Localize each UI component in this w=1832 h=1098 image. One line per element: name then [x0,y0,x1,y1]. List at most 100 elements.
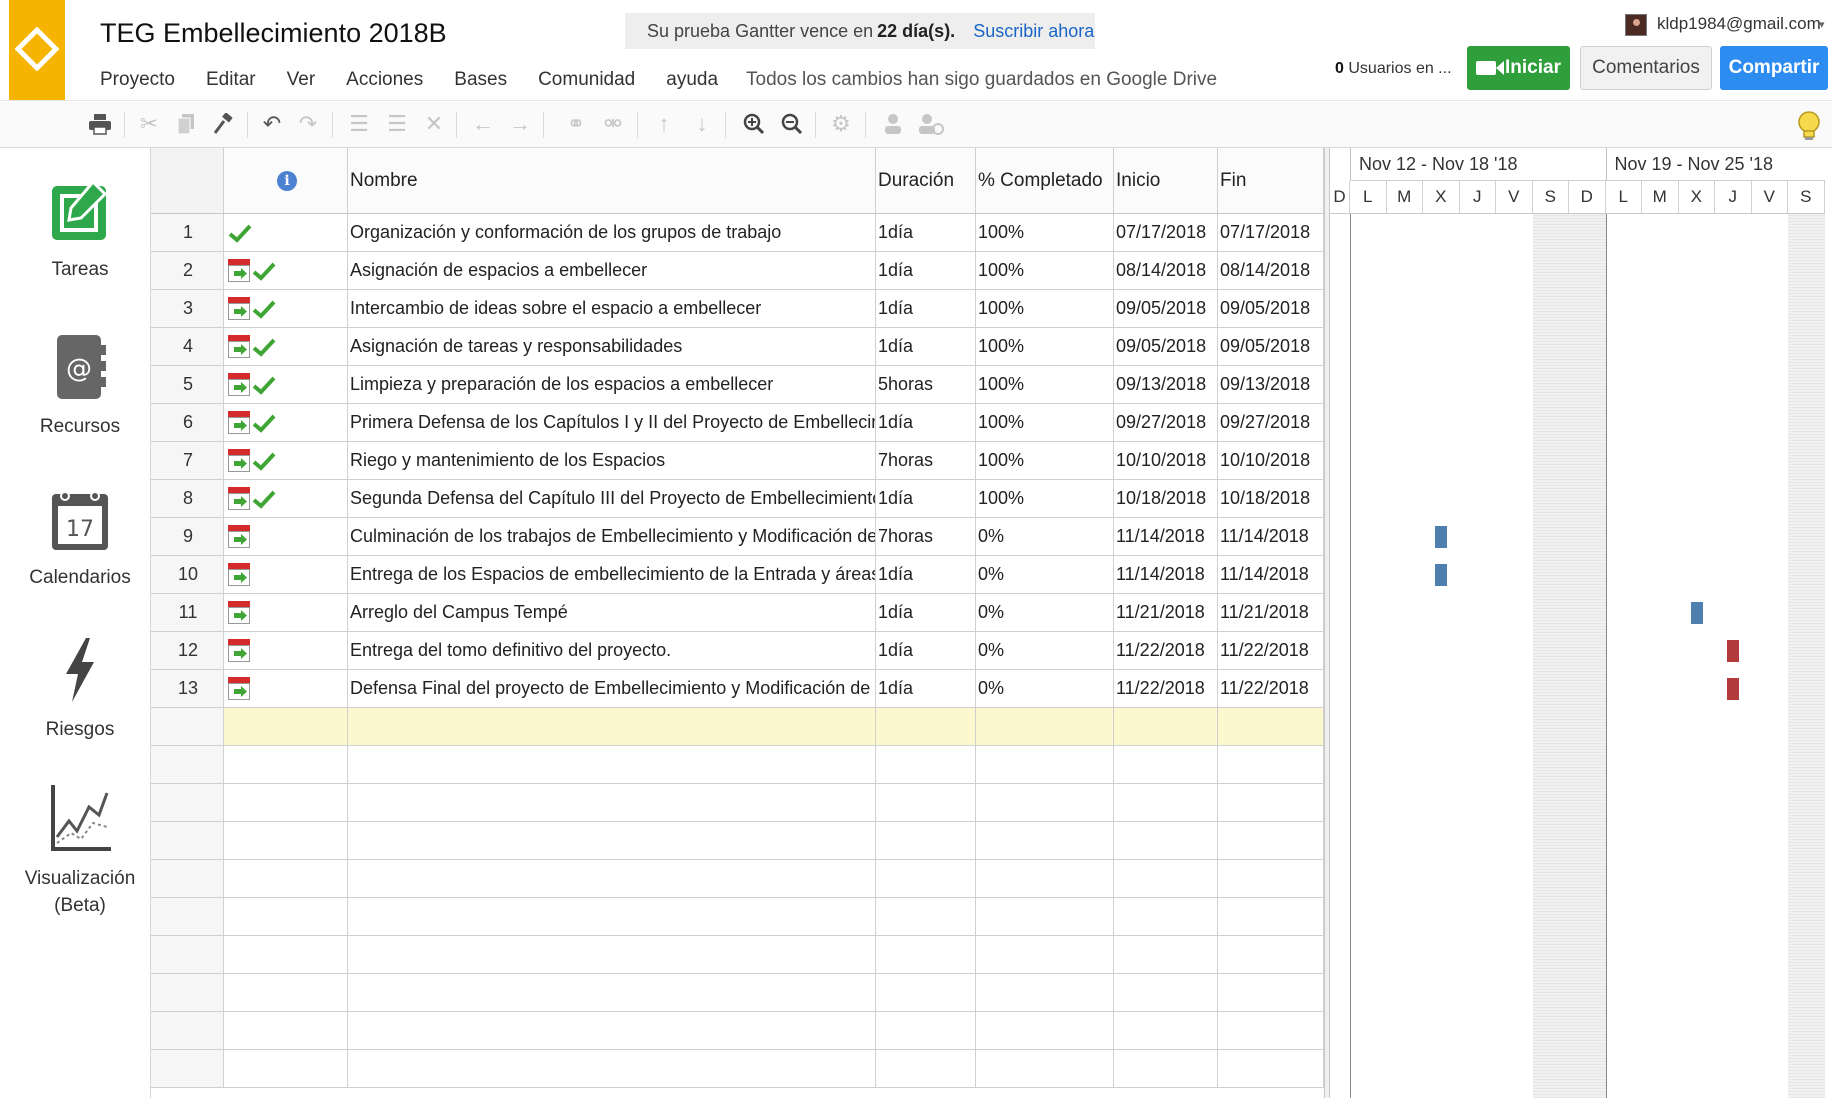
column-header-percent[interactable]: % Completado [976,148,1114,213]
task-end-cell[interactable]: 11/22/2018 [1218,670,1324,707]
task-duration-cell[interactable]: 1día [876,328,976,365]
empty-cell[interactable] [976,898,1114,935]
empty-cell[interactable] [1218,1012,1324,1049]
link-icon[interactable]: ⚭ [562,110,590,138]
empty-cell[interactable] [151,898,224,935]
task-duration-cell[interactable]: 1día [876,632,976,669]
empty-cell[interactable] [1218,1050,1324,1087]
task-duration-cell[interactable]: 1día [876,556,976,593]
task-duration-cell[interactable]: 7horas [876,518,976,555]
table-row[interactable]: 8 Segunda Defensa del Capítulo III del Pr… [151,480,1324,518]
column-header-start[interactable]: Inicio [1114,148,1218,213]
chevron-down-icon[interactable]: ▾ [1819,18,1825,31]
task-indicators-cell[interactable] [224,480,348,517]
task-name-cell[interactable]: Primera Defensa de los Capítulos I y II … [348,404,876,441]
row-number[interactable]: 6 [151,404,224,441]
task-percent-cell[interactable]: 100% [976,404,1114,441]
empty-cell[interactable] [224,936,348,973]
delete-icon[interactable]: ✕ [420,110,448,138]
task-end-cell[interactable]: 11/14/2018 [1218,518,1324,555]
row-number-header[interactable] [151,148,224,213]
task-start-cell[interactable]: 07/17/2018 [1114,214,1218,251]
user-email[interactable]: kldp1984@gmail.com [1657,14,1821,34]
task-name-cell[interactable]: Limpieza y preparación de los espacios a… [348,366,876,403]
task-percent-cell[interactable]: 100% [976,366,1114,403]
sidebar-item-riesgos[interactable]: Riesgos [9,636,151,743]
task-start-cell[interactable]: 11/22/2018 [1114,670,1218,707]
task-start-cell[interactable]: 11/14/2018 [1114,556,1218,593]
task-start-cell[interactable]: 09/13/2018 [1114,366,1218,403]
column-header-duration[interactable]: Duración [876,148,976,213]
empty-cell[interactable] [151,1012,224,1049]
task-end-cell[interactable]: 09/05/2018 [1218,328,1324,365]
gantt-task-bar[interactable] [1690,602,1703,624]
task-indicators-cell[interactable] [224,328,348,365]
empty-cell[interactable] [348,1012,876,1049]
task-end-cell[interactable]: 10/10/2018 [1218,442,1324,479]
task-end-cell[interactable]: 07/17/2018 [1218,214,1324,251]
task-start-cell[interactable]: 11/22/2018 [1114,632,1218,669]
lightbulb-icon[interactable] [1796,110,1822,142]
task-percent-cell[interactable]: 100% [976,480,1114,517]
row-number[interactable]: 5 [151,366,224,403]
task-name-cell[interactable]: Entrega de los Espacios de embellecimien… [348,556,876,593]
menu-editar[interactable]: Editar [206,69,256,91]
empty-row[interactable] [151,936,1324,974]
task-name-cell[interactable]: Arreglo del Campus Tempé [348,594,876,631]
empty-cell[interactable] [1218,784,1324,821]
paint-format-icon[interactable] [209,110,237,138]
row-number[interactable]: 2 [151,252,224,289]
empty-cell[interactable] [976,1012,1114,1049]
gantter-logo[interactable] [9,0,65,100]
empty-cell[interactable] [876,1012,976,1049]
zoom-out-icon[interactable] [778,110,806,138]
row-number[interactable]: 10 [151,556,224,593]
gantt-task-bar[interactable] [1727,678,1740,700]
empty-cell[interactable] [348,784,876,821]
subscribe-link[interactable]: Suscribir ahora [973,21,1094,42]
empty-row[interactable] [151,784,1324,822]
share-button[interactable]: Compartir [1720,46,1828,90]
row-number[interactable]: 8 [151,480,224,517]
indicators-header[interactable]: i [224,148,348,213]
unlink-icon[interactable]: ⚮ [599,110,627,138]
empty-cell[interactable] [348,974,876,1011]
task-duration-cell[interactable]: 1día [876,290,976,327]
empty-cell[interactable] [876,746,976,783]
task-end-cell[interactable]: 11/14/2018 [1218,556,1324,593]
task-duration-cell[interactable]: 1día [876,480,976,517]
table-row[interactable]: 13 Defensa Final del proyecto de Embellec… [151,670,1324,708]
task-name-cell[interactable]: Asignación de tareas y responsabilidades [348,328,876,365]
row-number[interactable]: 11 [151,594,224,631]
table-row[interactable]: 11 Arreglo del Campus Tempé 1día 0% 11/21/20… [151,594,1324,632]
task-duration-cell[interactable]: 1día [876,252,976,289]
task-indicators-cell[interactable] [224,594,348,631]
outdent-icon[interactable]: ☰ [383,110,411,138]
menu-acciones[interactable]: Acciones [346,69,423,91]
table-row[interactable]: 6 Primera Defensa de los Capítulos I y II… [151,404,1324,442]
empty-cell[interactable] [1114,822,1218,859]
task-indicators-cell[interactable] [224,442,348,479]
empty-cell[interactable] [1114,974,1218,1011]
redo-icon[interactable]: ↷ [294,110,322,138]
empty-cell[interactable] [224,860,348,897]
indent-icon[interactable]: ☰ [345,110,373,138]
assign-resource-icon[interactable] [917,110,945,138]
table-row[interactable]: 4 Asignación de tareas y responsabilidade… [151,328,1324,366]
task-percent-cell[interactable]: 0% [976,556,1114,593]
empty-cell[interactable] [348,746,876,783]
task-name-cell[interactable]: Culminación de los trabajos de Embelleci… [348,518,876,555]
undo-icon[interactable]: ↶ [258,110,286,138]
empty-cell[interactable] [976,708,1114,745]
task-indicators-cell[interactable] [224,366,348,403]
row-number[interactable]: 12 [151,632,224,669]
empty-cell[interactable] [876,708,976,745]
empty-cell[interactable] [224,1050,348,1087]
task-start-cell[interactable]: 09/27/2018 [1114,404,1218,441]
comments-button[interactable]: Comentarios [1580,46,1712,90]
table-row[interactable]: 1 Organización y conformación de los grup… [151,214,1324,252]
task-name-cell[interactable]: Segunda Defensa del Capítulo III del Pro… [348,480,876,517]
empty-cell[interactable] [876,898,976,935]
task-indicators-cell[interactable] [224,670,348,707]
sidebar-item-visualizacion[interactable]: Visualización (Beta) [9,783,151,919]
